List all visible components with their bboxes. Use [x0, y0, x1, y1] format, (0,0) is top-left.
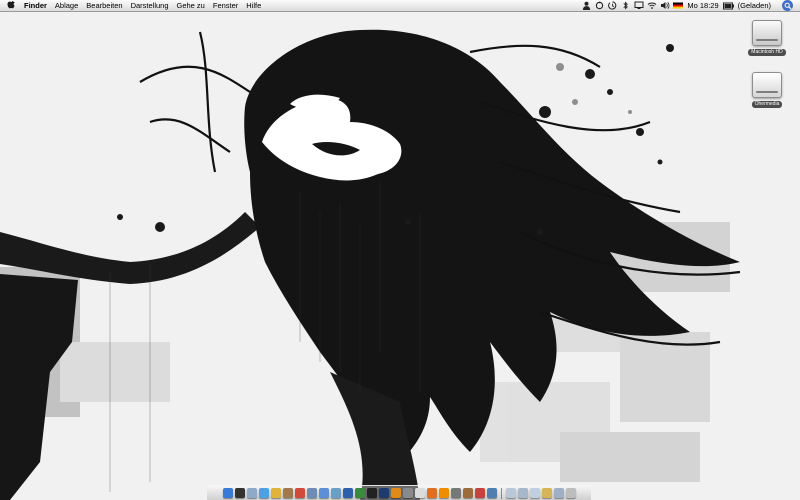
- dock: [207, 485, 591, 500]
- hard-drive-icon[interactable]: [752, 20, 782, 46]
- menu-finder[interactable]: Finder: [20, 0, 51, 11]
- app-icon-2[interactable]: [474, 488, 485, 498]
- dock-separator: [500, 488, 502, 499]
- applications-folder-icon[interactable]: [529, 488, 540, 498]
- spotlight-icon[interactable]: [782, 0, 793, 11]
- menu-bar-left: Finder Ablage Bearbeiten Darstellung Geh…: [0, 0, 265, 11]
- menu-clock[interactable]: Mo 18:29: [684, 0, 721, 11]
- terminal-icon[interactable]: [366, 488, 377, 498]
- wifi-icon[interactable]: [646, 0, 657, 11]
- iphoto-icon[interactable]: [330, 488, 341, 498]
- apple-icon[interactable]: [5, 0, 17, 11]
- bluetooth-icon[interactable]: [620, 0, 631, 11]
- desktop-icon-macintosh-hd[interactable]: Macintosh HD: [744, 20, 790, 56]
- address-book-icon[interactable]: [282, 488, 293, 498]
- sync-icon[interactable]: [594, 0, 605, 11]
- menu-bearbeiten[interactable]: Bearbeiten: [82, 0, 126, 11]
- usb-drive-icon[interactable]: [752, 72, 782, 98]
- utility-icon[interactable]: [450, 488, 461, 498]
- menu-gehe-zu[interactable]: Gehe zu: [173, 0, 209, 11]
- ical-icon[interactable]: [294, 488, 305, 498]
- menu-bar-status: Mo 18:29 (Geladen): [580, 0, 800, 11]
- user-icon[interactable]: [581, 0, 592, 11]
- desktop-icon-usb-drive[interactable]: Ohermedia: [744, 72, 790, 108]
- desktop-wallpaper: [0, 12, 800, 500]
- trash-icon[interactable]: [565, 488, 576, 498]
- mail-icon[interactable]: [246, 488, 257, 498]
- itunes-icon[interactable]: [318, 488, 329, 498]
- word-icon[interactable]: [342, 488, 353, 498]
- illustrator-icon[interactable]: [390, 488, 401, 498]
- finder-icon[interactable]: [222, 488, 233, 498]
- documents-folder-icon[interactable]: [505, 488, 516, 498]
- firefox-icon[interactable]: [426, 488, 437, 498]
- image-stack-icon[interactable]: [541, 488, 552, 498]
- system-preferences-icon[interactable]: [402, 488, 413, 498]
- excel-icon[interactable]: [354, 488, 365, 498]
- downloads-folder-icon[interactable]: [517, 488, 528, 498]
- folder-stack-icon[interactable]: [553, 488, 564, 498]
- app-icon[interactable]: [462, 488, 473, 498]
- menu-bar: Finder Ablage Bearbeiten Darstellung Geh…: [0, 0, 800, 12]
- dashboard-icon[interactable]: [234, 488, 245, 498]
- textedit-icon[interactable]: [414, 488, 425, 498]
- desktop-icon-label[interactable]: Ohermedia: [751, 101, 783, 108]
- safari-icon[interactable]: [258, 488, 269, 498]
- ichat-icon[interactable]: [270, 488, 281, 498]
- menu-fenster[interactable]: Fenster: [209, 0, 242, 11]
- menu-hilfe[interactable]: Hilfe: [242, 0, 265, 11]
- preview-icon[interactable]: [306, 488, 317, 498]
- app-icon-3[interactable]: [486, 488, 497, 498]
- photoshop-icon[interactable]: [378, 488, 389, 498]
- time-machine-icon[interactable]: [607, 0, 618, 11]
- menu-darstellung[interactable]: Darstellung: [127, 0, 173, 11]
- battery-icon[interactable]: [722, 0, 734, 11]
- menu-ablage[interactable]: Ablage: [51, 0, 82, 11]
- vlc-icon[interactable]: [438, 488, 449, 498]
- desktop-icon-label[interactable]: Macintosh HD: [748, 49, 786, 56]
- german-flag-icon[interactable]: [672, 0, 683, 11]
- display-icon[interactable]: [633, 0, 644, 11]
- volume-icon[interactable]: [659, 0, 670, 11]
- battery-status-text[interactable]: (Geladen): [735, 0, 774, 11]
